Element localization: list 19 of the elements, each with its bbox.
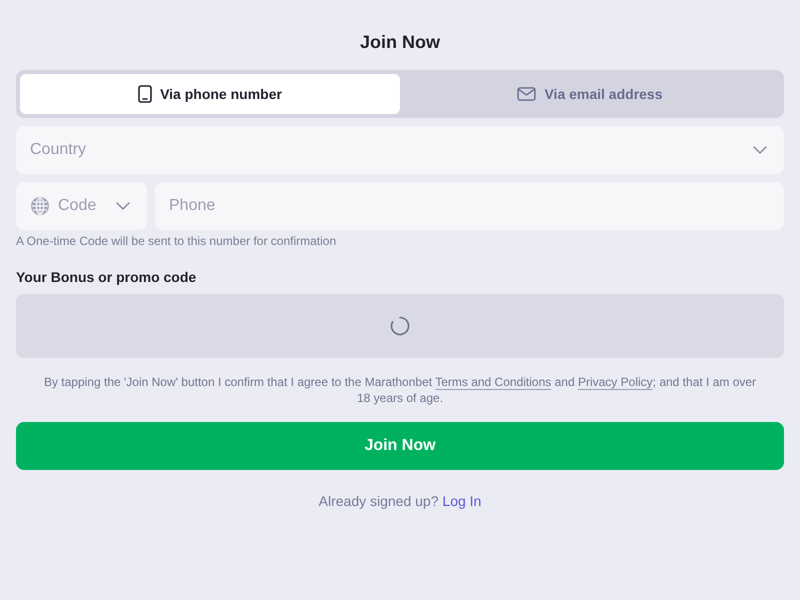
signup-prompt: Already signed up? Log In (318, 492, 482, 510)
method-tab[interactable]: Via email address (400, 74, 780, 114)
promo-label: Your Bonus or promo code (16, 268, 198, 286)
terms-text: By tapping the 'Join Now' button I confirm that I agree to the Marathonbet Terms and Conditions and Privacy Policy; and that I am over 18 years of age. (42, 374, 758, 406)
country-select[interactable]: Country (16, 126, 784, 174)
legal-link[interactable]: Privacy Policy (578, 375, 653, 389)
log-in-link[interactable]: Log In (442, 493, 482, 509)
phone-input[interactable]: Phone (155, 182, 784, 230)
chevron-down-icon (116, 202, 130, 210)
method-tab[interactable]: Via phone number (20, 74, 400, 114)
hint-text: A One-time Code will be sent to this number for confirmation (16, 234, 338, 249)
smartphone-icon (138, 85, 152, 103)
legal-link[interactable]: Terms and Conditions (435, 375, 552, 389)
globe-icon (31, 197, 49, 215)
join-now-button[interactable]: Join Now (16, 422, 784, 470)
page-title: Join Now (360, 31, 440, 54)
chevron-down-icon (753, 146, 767, 154)
code-select[interactable]: Code (16, 182, 147, 230)
envelope-icon (517, 87, 536, 101)
